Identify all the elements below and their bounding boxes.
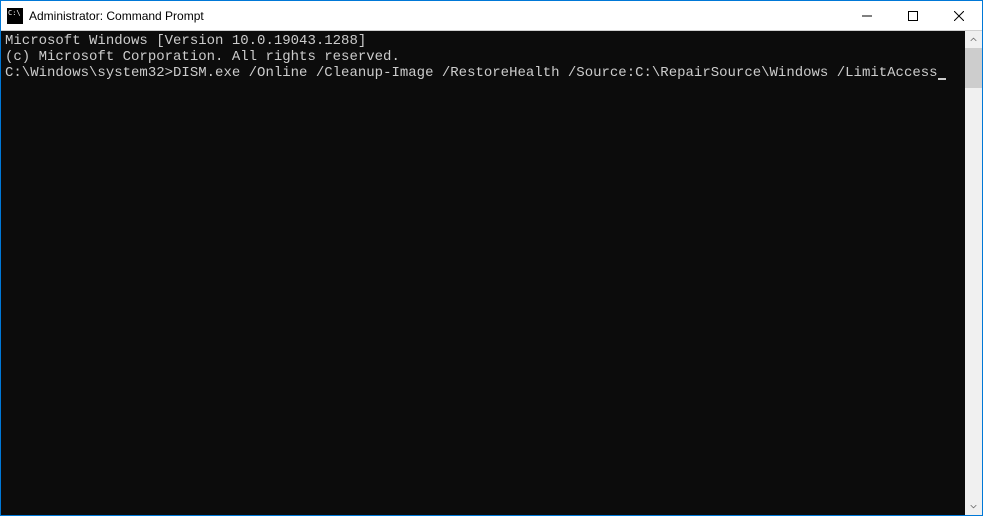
minimize-button[interactable]	[844, 1, 890, 30]
minimize-icon	[862, 11, 872, 21]
scrollbar-track[interactable]	[965, 48, 982, 498]
chevron-down-icon	[970, 503, 977, 510]
close-button[interactable]	[936, 1, 982, 30]
scroll-up-button[interactable]	[965, 31, 982, 48]
terminal-output[interactable]: Microsoft Windows [Version 10.0.19043.12…	[1, 31, 965, 515]
window-frame: Administrator: Command Prompt Microsoft …	[0, 0, 983, 516]
vertical-scrollbar[interactable]	[965, 31, 982, 515]
close-icon	[954, 11, 964, 21]
chevron-up-icon	[970, 36, 977, 43]
titlebar[interactable]: Administrator: Command Prompt	[1, 1, 982, 31]
cursor	[938, 78, 946, 80]
window-controls	[844, 1, 982, 30]
window-title: Administrator: Command Prompt	[29, 9, 844, 23]
maximize-icon	[908, 11, 918, 21]
scrollbar-thumb[interactable]	[965, 48, 982, 88]
output-line: Microsoft Windows [Version 10.0.19043.12…	[5, 33, 961, 49]
command-input[interactable]: DISM.exe /Online /Cleanup-Image /Restore…	[173, 65, 938, 81]
prompt: C:\Windows\system32>	[5, 65, 173, 81]
scroll-down-button[interactable]	[965, 498, 982, 515]
terminal-wrapper: Microsoft Windows [Version 10.0.19043.12…	[1, 31, 982, 515]
maximize-button[interactable]	[890, 1, 936, 30]
output-line: (c) Microsoft Corporation. All rights re…	[5, 49, 961, 65]
cmd-icon	[7, 8, 23, 24]
